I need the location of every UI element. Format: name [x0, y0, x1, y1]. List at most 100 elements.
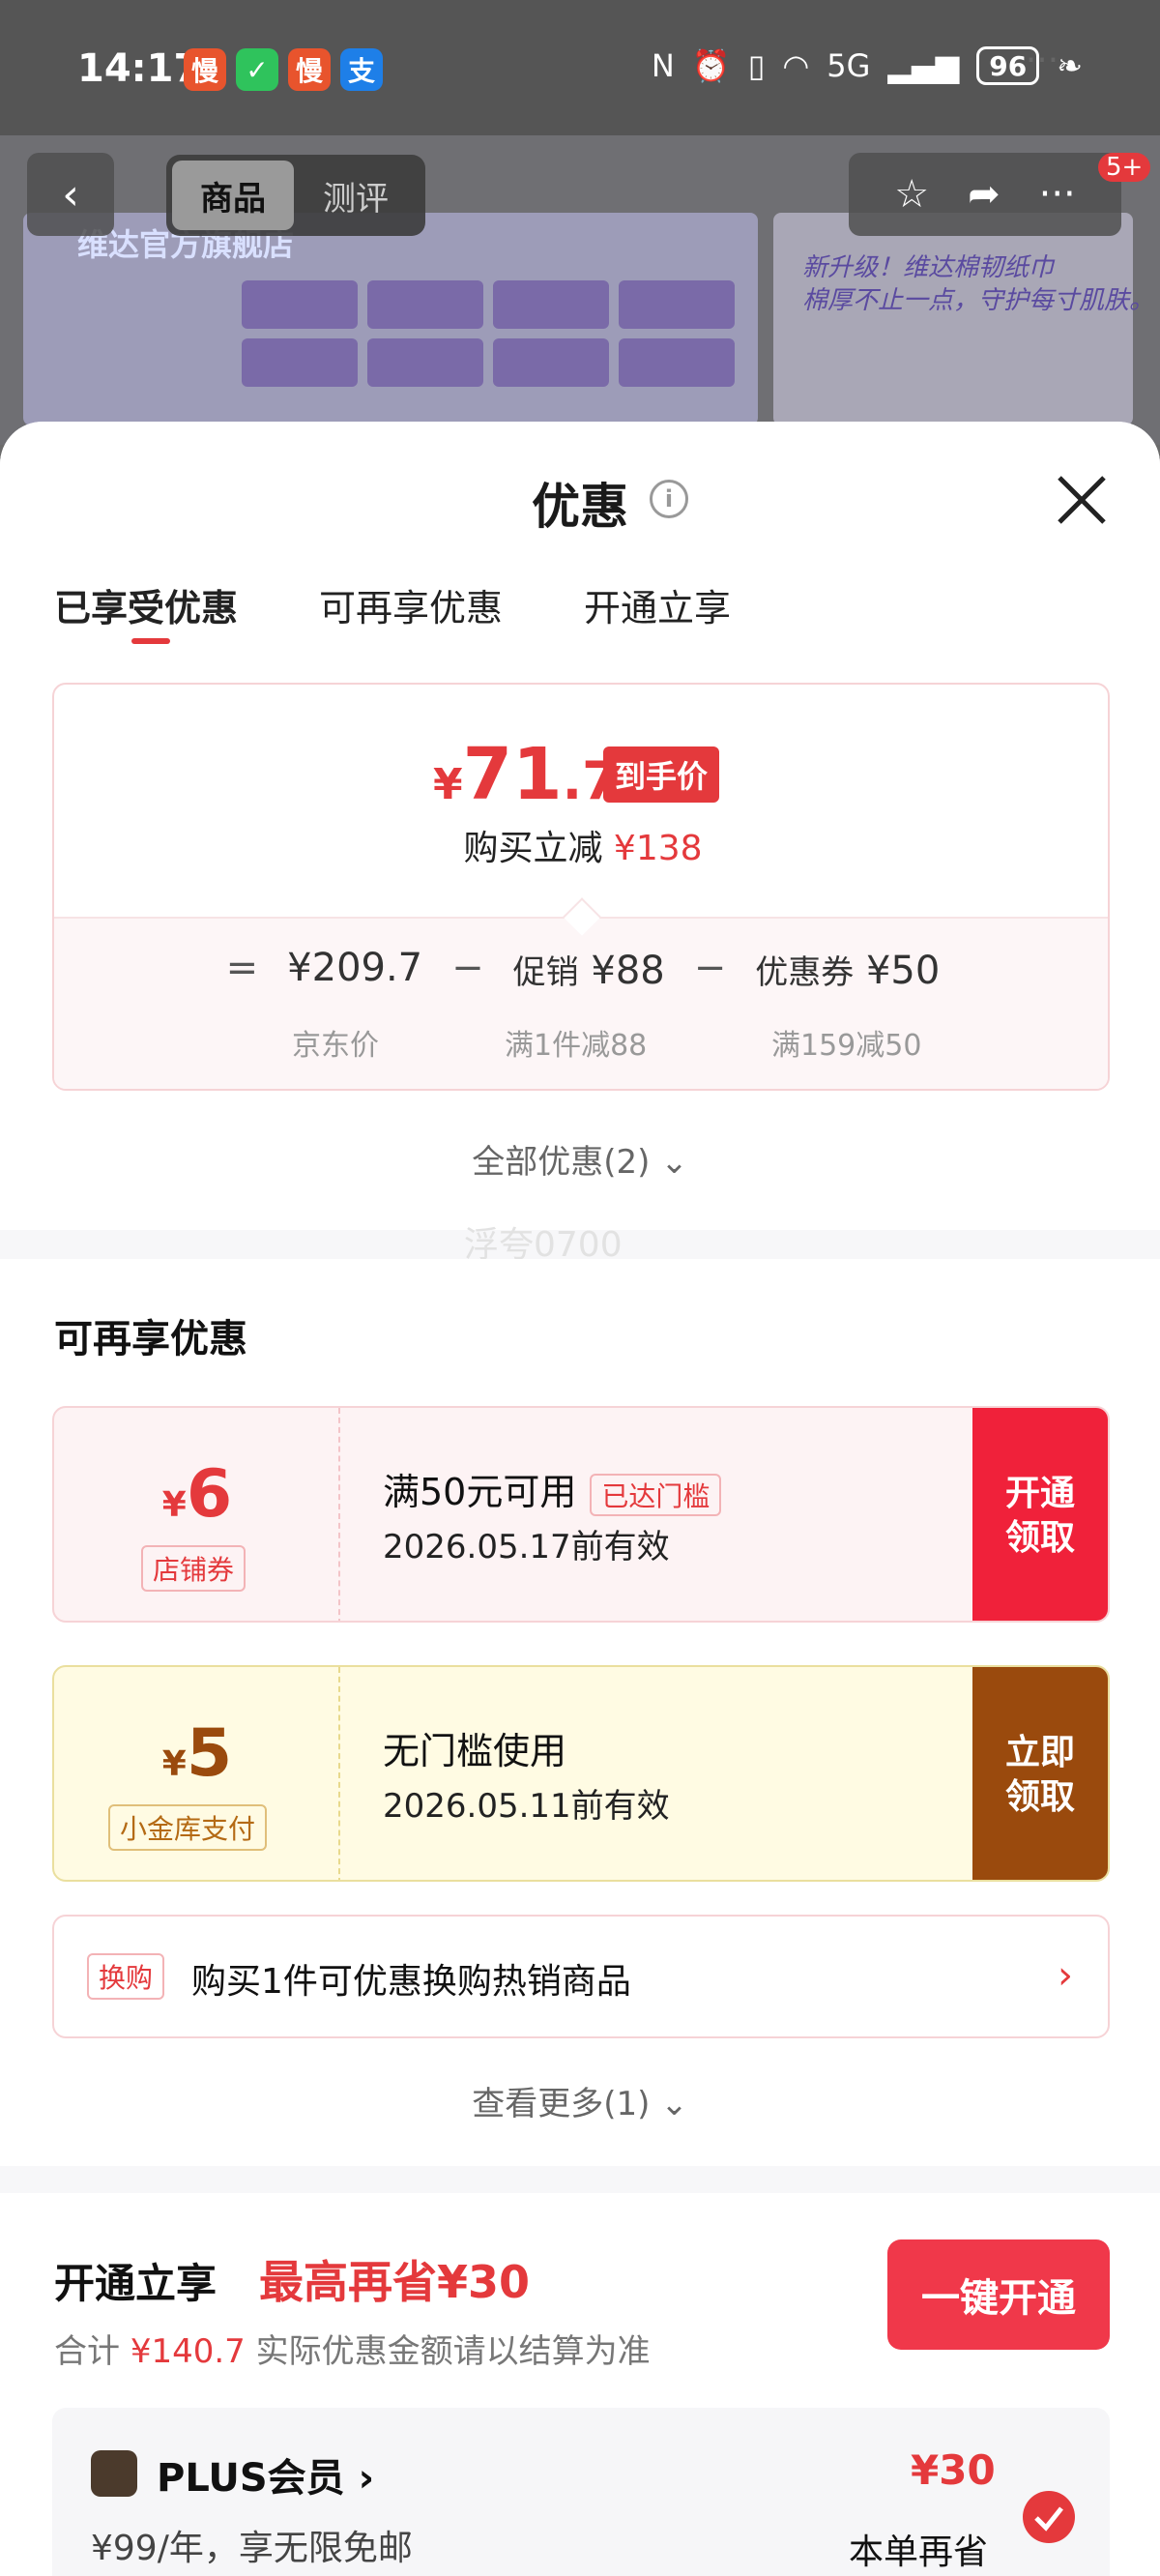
total-label: 合计 [54, 2332, 120, 2371]
total-note: 实际优惠金额请以结算为准 [255, 2332, 651, 2371]
final-price-tag: 到手价 [603, 746, 720, 803]
coupon-card-2: ¥5 小金库支付 无门槛使用 2026.05.11前有效 立即 领取 [52, 1665, 1110, 1882]
wifi-icon: ◠ [782, 47, 810, 84]
offer-tabs: 已享受优惠 可再享优惠 开通立享 [54, 578, 731, 644]
final-price: ¥71.7 [433, 733, 619, 816]
action-group: ☆ ➦ ··· [849, 153, 1121, 236]
price-integer: 71 [462, 733, 563, 816]
minus-sign: − [451, 946, 484, 990]
battery-level: 96 [976, 46, 1040, 85]
promo-value: ¥88 [591, 949, 665, 993]
coupon-currency: ¥ [161, 1485, 187, 1525]
product-boxes [242, 280, 735, 387]
signal-icon: ▂▄▆ [887, 47, 960, 84]
total-line: 合计 ¥140.7 实际优惠金额请以结算为准 [54, 2325, 651, 2372]
more-icon[interactable]: ··· [1039, 172, 1076, 217]
coupon-expiry: 2026.05.17前有效 [383, 1528, 670, 1566]
reduce-line: 购买立减 ¥138 [54, 820, 1108, 870]
network-label: 5G [826, 47, 871, 84]
open-now-section: 开通立享 最高再省¥30 合计 ¥140.7 实际优惠金额请以结算为准 一键开通… [0, 2193, 1160, 2576]
enjoyed-section: 优惠 i 已享受优惠 可再享优惠 开通立享 ¥71.7 到手价 购买立减 ¥13… [0, 422, 1160, 1230]
message-badge: 5+ [1098, 153, 1151, 182]
nfc-icon: N [651, 47, 675, 84]
jd-price: ¥209.7 [287, 946, 423, 990]
open-now-title: 开通立享 [54, 2260, 218, 2307]
open-claim-button[interactable]: 开通 领取 [972, 1408, 1108, 1621]
vibrate-icon: ▯ [747, 47, 766, 84]
plus-save-label: 本单再省 [849, 2532, 989, 2572]
tab-review[interactable]: 测评 [323, 172, 389, 220]
wechat-icon: ✓ [236, 48, 278, 91]
slow-app-icon-2: 慢 [288, 48, 331, 91]
coupon-value: ¥6 [54, 1456, 340, 1533]
tab-goods[interactable]: 商品 [172, 161, 294, 230]
price-formula: = ¥209.7 − 促销 ¥88 − 优惠券 ¥50 [54, 946, 1108, 993]
threshold-badge: 已达门槛 [590, 1473, 722, 1516]
minus-sign-2: − [693, 946, 727, 990]
promo-condition: 满1件减88 [505, 1029, 648, 1063]
coupon-card: ¥6 店铺券 满50元可用 已达门槛 2026.05.17前有效 开通 领取 [52, 1406, 1110, 1623]
status-right: N ⏰ ▯ ◠ 5G ▂▄▆ 96 ❧ [652, 46, 1083, 85]
more-offers-title: 可再享优惠 [54, 1317, 247, 1361]
product-image-2 [773, 213, 1133, 425]
tab-more-offers[interactable]: 可再享优惠 [319, 578, 503, 631]
plus-membership-card[interactable]: PLUS会员 › ¥99/年，享无限免邮 ¥30 本单再省 [52, 2408, 1110, 2576]
plus-save-amount: ¥30 [911, 2446, 996, 2494]
price-card: ¥71.7 到手价 购买立减 ¥138 = ¥209.7 − 促销 ¥88 − … [52, 683, 1110, 1091]
coupon-value: ¥5 [54, 1715, 340, 1792]
checkmark-icon[interactable] [1023, 2491, 1075, 2543]
coupon-value: ¥50 [865, 949, 941, 993]
swap-offer-bar[interactable]: 换购 购买1件可优惠换购热销商品 › [52, 1915, 1110, 2038]
currency-symbol: ¥ [433, 760, 463, 809]
screen: 14:17 慢 ✓ 慢 支 ··· N ⏰ ▯ ◠ 5G ▂▄▆ 96 ❧ 维达… [0, 0, 1160, 2576]
jd-price-label: 京东价 [292, 1029, 379, 1063]
coupon-condition: 满159减50 [771, 1029, 922, 1063]
coupon-kind: 小金库支付 [108, 1804, 268, 1851]
chevron-right-icon: › [1058, 1953, 1073, 1998]
coupon-amount: 6 [186, 1456, 233, 1533]
coupon-condition: 无门槛使用 [383, 1730, 567, 1772]
coupon-currency: ¥ [161, 1744, 187, 1784]
swap-text: 购买1件可优惠换购热销商品 [191, 1962, 631, 2002]
price-breakdown [54, 917, 1108, 1089]
back-button[interactable]: ‹ [27, 153, 114, 236]
chevron-left-icon: ‹ [62, 169, 79, 220]
status-time: 14:17 [77, 46, 201, 91]
all-offers-button[interactable]: 全部优惠(2) ⌄ [0, 1135, 1160, 1183]
coupon-label: 优惠券 [755, 953, 855, 992]
product-tab-switch: 商品 测评 [166, 155, 425, 236]
promo-part: 促销 ¥88 [513, 946, 665, 993]
alarm-icon: ⏰ [691, 47, 731, 84]
alipay-icon: 支 [340, 48, 383, 91]
equals-sign: = [225, 946, 259, 990]
coupon-amount: 5 [186, 1715, 233, 1792]
plus-name[interactable]: PLUS会员 › [157, 2446, 374, 2503]
leaf-icon: ❧ [1057, 47, 1083, 84]
status-bar: 14:17 慢 ✓ 慢 支 ··· N ⏰ ▯ ◠ 5G ▂▄▆ 96 ❧ [0, 0, 1160, 135]
info-icon[interactable]: i [650, 480, 688, 518]
offers-sheet: 优惠 i 已享受优惠 可再享优惠 开通立享 ¥71.7 到手价 购买立减 ¥13… [0, 422, 1160, 2576]
close-icon[interactable] [1054, 472, 1110, 528]
tab-open-now[interactable]: 开通立享 [584, 578, 731, 631]
coupon-condition: 满50元可用 已达门槛 [383, 1462, 722, 1516]
star-icon[interactable]: ☆ [894, 172, 929, 217]
slow-app-icon: 慢 [184, 48, 226, 91]
open-all-button[interactable]: 一键开通 [887, 2239, 1110, 2350]
plus-desc: ¥99/年，享无限免邮 [91, 2529, 413, 2568]
crown-icon [91, 2450, 137, 2497]
coupon-expiry: 2026.05.11前有效 [383, 1787, 670, 1826]
see-more-button[interactable]: 查看更多(1) ⌄ [0, 2077, 1160, 2124]
max-save: 最高再省¥30 [259, 2256, 531, 2308]
promo-text: 新升级！维达棉韧纸巾 棉厚不止一点，守护每寸肌肤。 [802, 253, 1155, 315]
tab-enjoyed[interactable]: 已享受优惠 [54, 578, 238, 644]
share-icon[interactable]: ➦ [968, 172, 1000, 217]
reduce-value: ¥138 [613, 829, 703, 868]
claim-now-button[interactable]: 立即 领取 [972, 1667, 1108, 1880]
swap-tag: 换购 [87, 1953, 165, 2000]
notification-apps: 慢 ✓ 慢 支 [184, 48, 383, 91]
reduce-label: 购买立减 [463, 829, 603, 868]
coupon-part: 优惠券 ¥50 [755, 946, 940, 993]
promo-label: 促销 [512, 953, 579, 992]
coupon-condition-text: 满50元可用 [383, 1471, 577, 1513]
sheet-title: 优惠 [532, 479, 628, 535]
